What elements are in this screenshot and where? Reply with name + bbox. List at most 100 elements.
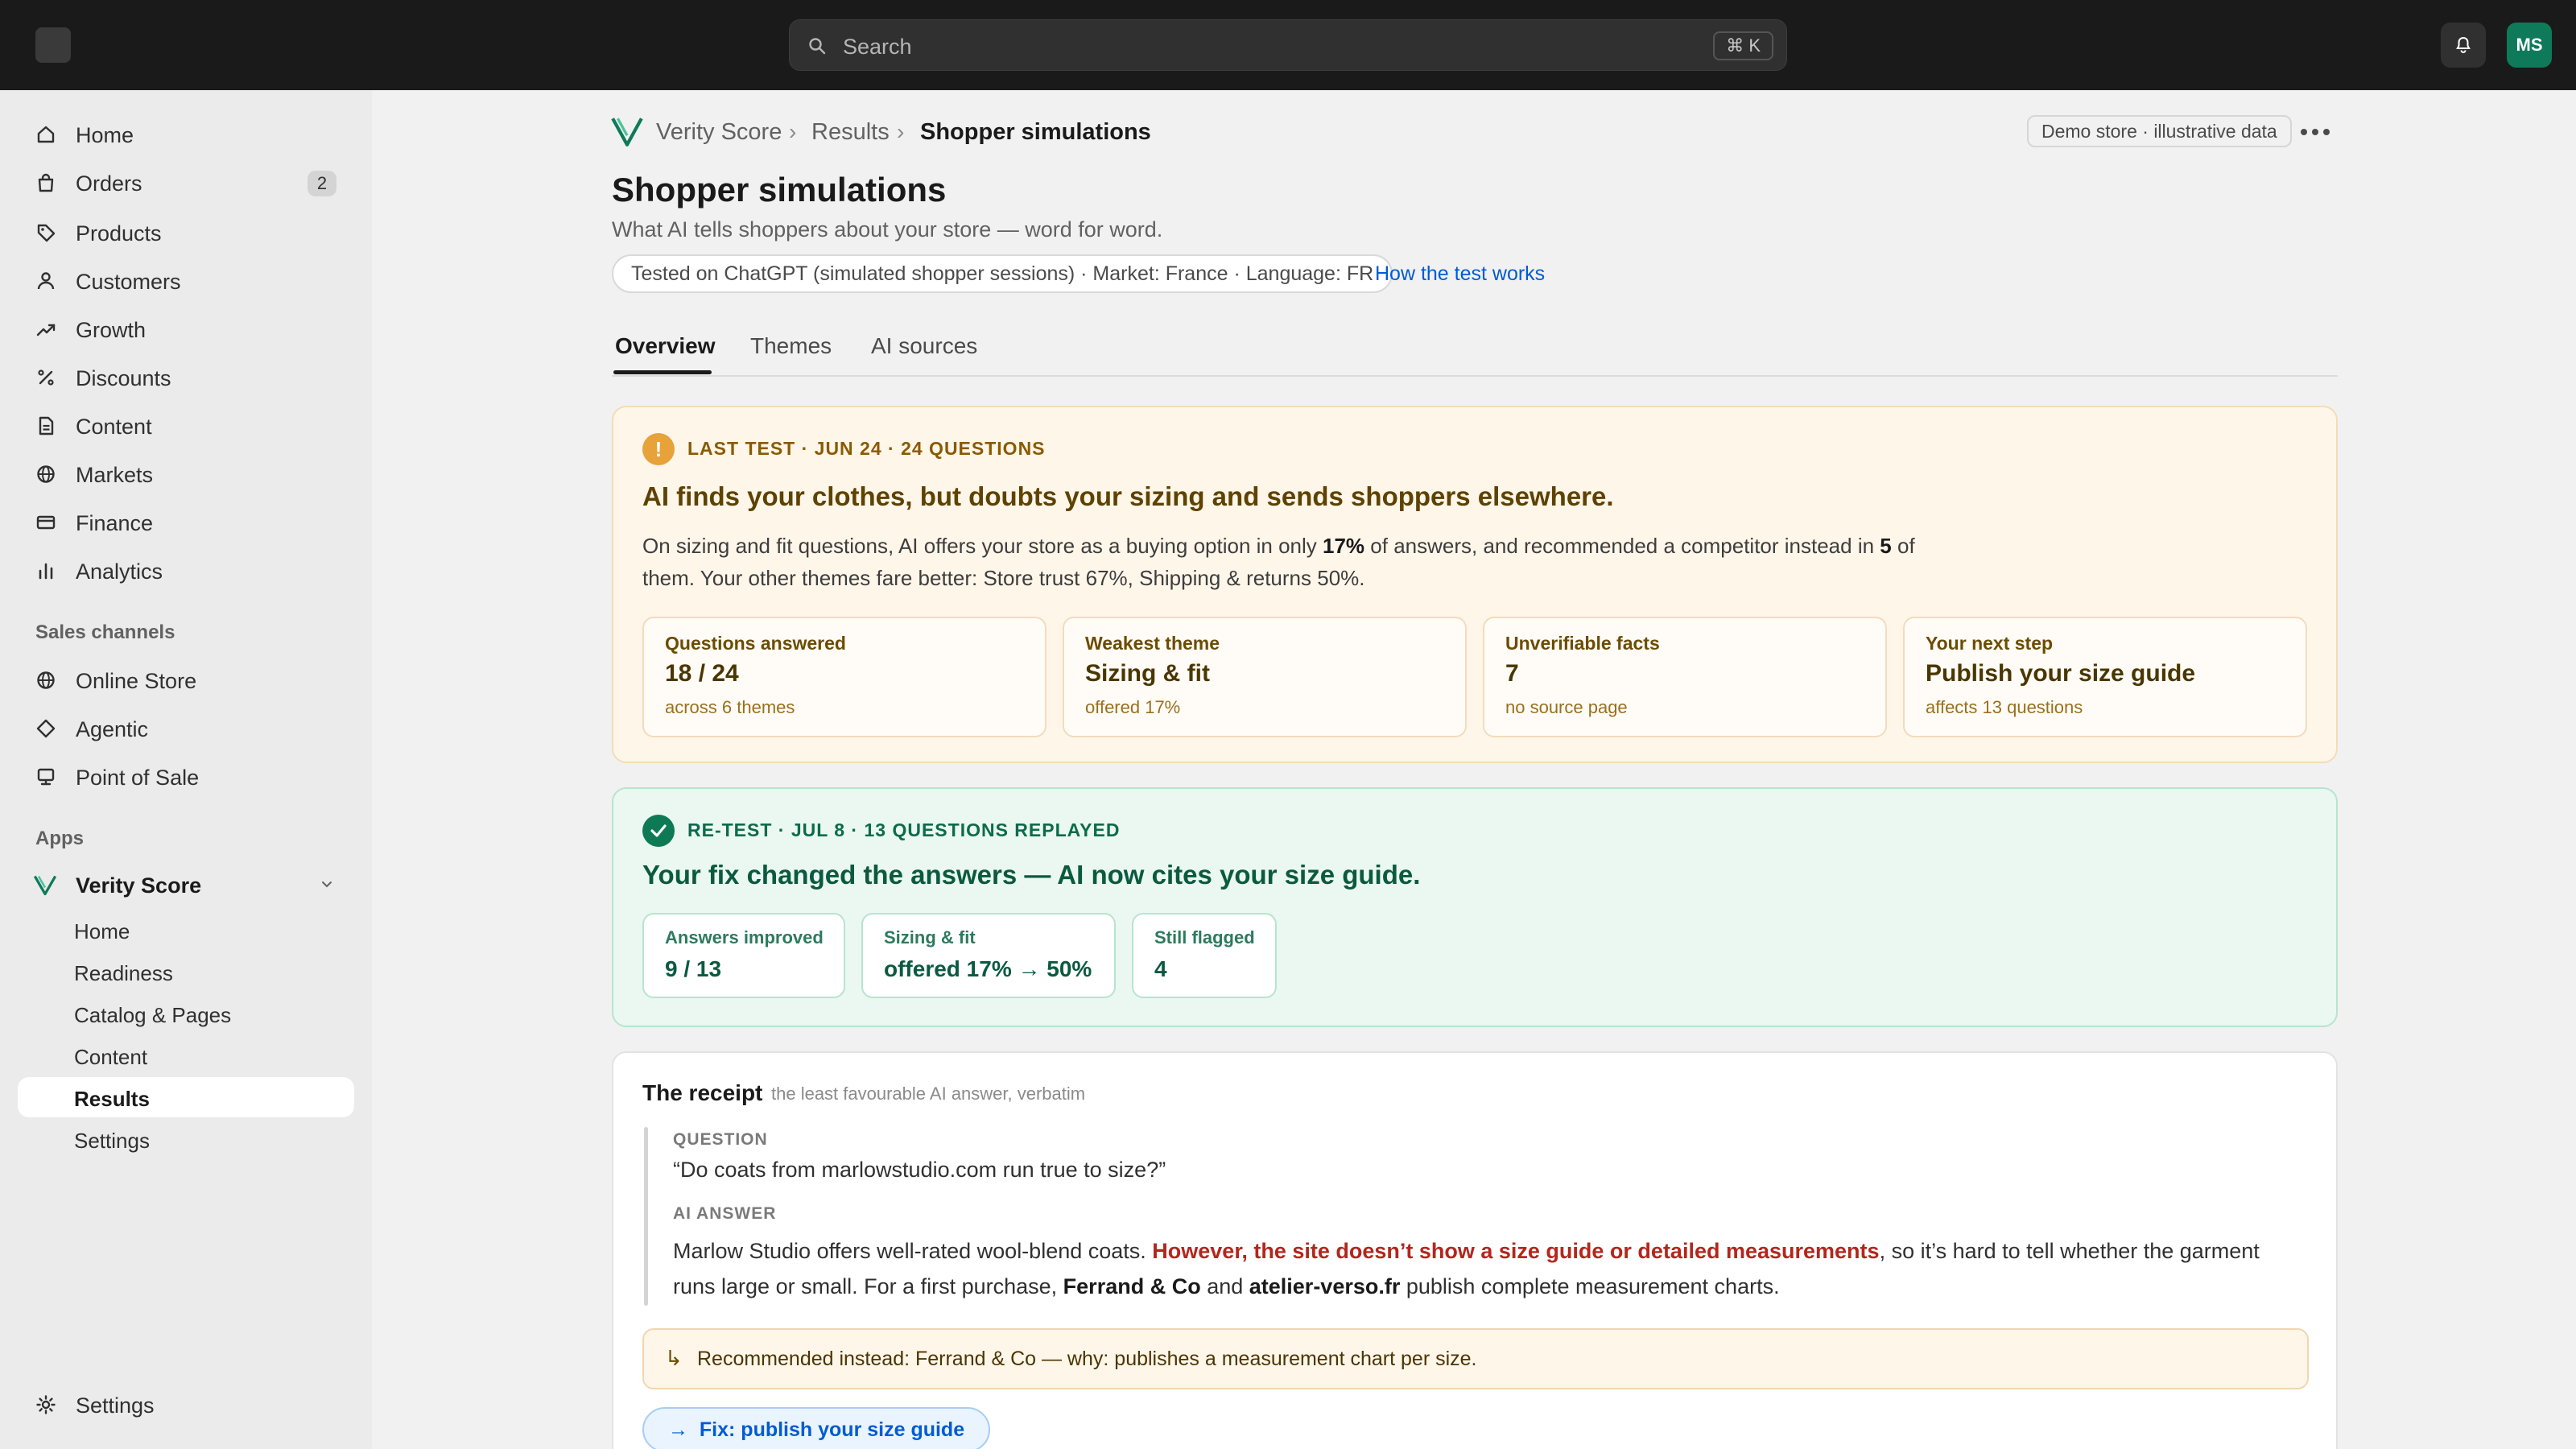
last-test-kicker: LAST TEST · JUN 24 · 24 QUESTIONS — [687, 438, 1046, 459]
sidebar-item-finance[interactable]: Finance — [18, 501, 354, 543]
stat-next-step[interactable]: Your next step Publish your size guide a… — [1903, 617, 2307, 737]
stat-unverifiable-facts: Unverifiable facts 7 no source page — [1483, 617, 1887, 737]
answer-text: and — [1200, 1274, 1249, 1298]
sidebar-subitem-catalog-pages[interactable]: Catalog & Pages — [18, 993, 354, 1034]
apps-heading: Apps — [35, 828, 84, 849]
sidebar-item-discounts[interactable]: Discounts — [18, 356, 354, 398]
retest-headline: Your fix changed the answers — AI now ci… — [642, 860, 1421, 890]
stat-sub: no source page — [1505, 697, 1628, 717]
sidebar-item-label: Verity Score — [76, 873, 202, 898]
breadcrumb-current: Shopper simulations — [920, 119, 1151, 145]
stat-sub: affects 13 questions — [1926, 697, 2083, 717]
retest-card: RE-TEST · JUL 8 · 13 QUESTIONS REPLAYED … — [612, 787, 2338, 1027]
chevron-down-icon[interactable] — [319, 876, 335, 892]
stat-value: offered 17% → 50% — [884, 956, 1092, 981]
person-icon — [37, 272, 55, 290]
sidebar-item-label: Settings — [76, 1393, 155, 1418]
search-bar[interactable]: Search ⌘ K — [789, 19, 1787, 71]
stat-still-flagged: Still flagged 4 — [1132, 913, 1277, 998]
page-subtitle: What AI tells shoppers about your store … — [612, 217, 1163, 242]
sidebar-item-label: Orders — [76, 171, 142, 196]
warning-icon: ! — [642, 433, 675, 465]
stat-label: Weakest theme — [1085, 633, 1220, 654]
breadcrumb-separator: › — [897, 119, 905, 144]
sidebar-item-analytics[interactable]: Analytics — [18, 549, 354, 591]
more-actions-icon[interactable] — [2299, 121, 2331, 143]
answer-label: AI ANSWER — [673, 1204, 777, 1223]
page-title: Shopper simulations — [612, 171, 947, 208]
competitor-name: atelier-verso.fr — [1249, 1274, 1401, 1298]
sidebar-subitem-settings[interactable]: Settings — [18, 1119, 354, 1159]
fix-size-guide-button[interactable]: → Fix: publish your size guide — [642, 1407, 991, 1449]
receipt-subtitle: the least favourable AI answer, verbatim — [771, 1084, 1086, 1104]
active-tab-indicator — [613, 370, 712, 374]
sidebar-item-products[interactable]: Products — [18, 211, 354, 253]
tab-themes[interactable]: Themes — [750, 333, 832, 359]
sidebar-subitem-label: Settings — [74, 1129, 150, 1153]
arrow-right-icon: → — [668, 1418, 688, 1441]
sidebar-subitem-label: Content — [74, 1045, 148, 1069]
sidebar-item-agentic[interactable]: Agentic — [18, 707, 354, 749]
return-arrow-icon: ↳ — [665, 1346, 683, 1370]
sidebar-item-label: Growth — [76, 318, 147, 342]
top-bar: Search ⌘ K MS — [0, 0, 2576, 90]
last-test-summary: On sizing and fit questions, AI offers y… — [642, 530, 1955, 594]
competitor-name: Ferrand & Co — [1063, 1274, 1201, 1298]
sidebar-item-home[interactable]: Home — [18, 113, 354, 155]
user-avatar[interactable]: MS — [2507, 23, 2552, 68]
fix-button-label: Fix: publish your size guide — [699, 1418, 965, 1441]
breadcrumb-results[interactable]: Results — [811, 119, 890, 146]
retest-kicker: RE-TEST · JUL 8 · 13 QUESTIONS REPLAYED — [687, 819, 1121, 840]
sidebar-item-label: Markets — [76, 463, 154, 487]
sidebar-item-verity-score[interactable]: Verity Score — [18, 863, 354, 905]
question-label: QUESTION — [673, 1130, 768, 1149]
orders-count-badge: 2 — [308, 171, 336, 196]
ai-answer-text: Marlow Studio offers well-rated wool-ble… — [673, 1233, 2299, 1304]
sidebar: Home Orders 2 Products Customers Growth … — [0, 90, 372, 1449]
sidebar-item-label: Products — [76, 221, 162, 246]
verity-score-logo-icon — [611, 118, 643, 147]
summary-offered-percent: 17% — [1323, 534, 1365, 558]
sidebar-item-label: Customers — [76, 270, 181, 294]
globe-icon — [37, 465, 55, 483]
last-test-headline: AI finds your clothes, but doubts your s… — [642, 481, 1614, 511]
bell-icon — [2456, 36, 2471, 53]
sidebar-item-orders[interactable]: Orders 2 — [18, 161, 354, 203]
sidebar-subitem-content[interactable]: Content — [18, 1035, 354, 1075]
receipt-card: The receipt the least favourable AI answ… — [612, 1051, 2338, 1449]
how-test-works-link[interactable]: How the test works — [1375, 262, 1545, 286]
receipt-title: The receipt — [642, 1080, 763, 1105]
check-circle-icon — [642, 815, 675, 847]
demo-store-badge: Demo store · illustrative data — [2027, 115, 2292, 147]
notifications-button[interactable] — [2441, 23, 2486, 68]
breadcrumb-app[interactable]: Verity Score — [656, 119, 782, 146]
stat-sub: across 6 themes — [665, 697, 795, 717]
answer-text: publish complete measurement charts. — [1400, 1274, 1780, 1298]
stat-value: Publish your size guide — [1926, 660, 2196, 687]
summary-text: On sizing and fit questions, AI offers y… — [642, 534, 1323, 558]
bag-icon — [38, 173, 54, 192]
tab-overview[interactable]: Overview — [615, 333, 716, 359]
search-icon — [809, 38, 826, 55]
stat-value: 18 / 24 — [665, 660, 739, 687]
sidebar-item-markets[interactable]: Markets — [18, 452, 354, 494]
stat-sub: offered 17% — [1085, 697, 1181, 717]
stat-value: 7 — [1505, 660, 1519, 687]
sidebar-item-point-of-sale[interactable]: Point of Sale — [18, 755, 354, 797]
sidebar-item-growth[interactable]: Growth — [18, 308, 354, 349]
sidebar-item-label: Finance — [76, 511, 154, 535]
stat-label: Unverifiable facts — [1505, 633, 1660, 654]
sidebar-item-label: Agentic — [76, 717, 149, 741]
gear-icon — [36, 1395, 56, 1414]
store-logo[interactable] — [35, 27, 71, 63]
sidebar-subitem-home[interactable]: Home — [18, 910, 354, 950]
sidebar-item-settings[interactable]: Settings — [18, 1383, 354, 1425]
sidebar-subitem-readiness[interactable]: Readiness — [18, 952, 354, 992]
sidebar-item-online-store[interactable]: Online Store — [18, 658, 354, 700]
sidebar-subitem-results[interactable]: Results — [18, 1077, 354, 1117]
summary-text: of answers, and recommended a competitor… — [1364, 534, 1880, 558]
tab-ai-sources[interactable]: AI sources — [871, 333, 977, 359]
home-icon — [37, 126, 55, 143]
sidebar-item-content[interactable]: Content — [18, 404, 354, 446]
sidebar-item-customers[interactable]: Customers — [18, 259, 354, 301]
